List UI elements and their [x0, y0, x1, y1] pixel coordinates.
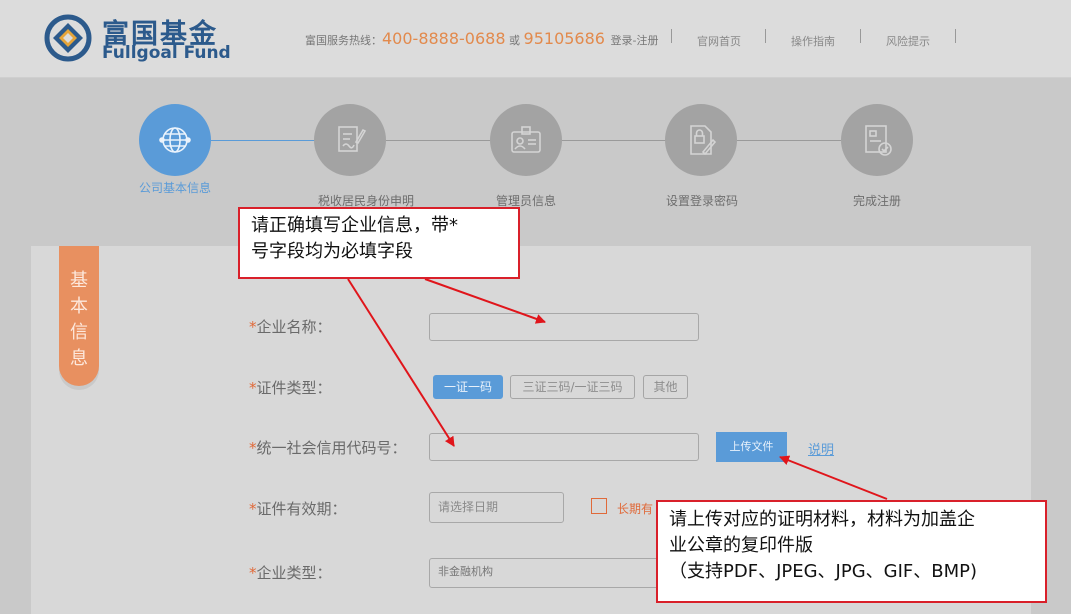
annotation-upload-materials: 请上传对应的证明材料，材料为加盖企 业公章的复印件版 （支持PDF、JPEG、J…	[656, 500, 1047, 603]
step-set-password[interactable]	[665, 104, 737, 176]
upload-file-button[interactable]: 上传文件	[716, 432, 787, 462]
link-operation-guide[interactable]: 操作指南	[791, 33, 835, 49]
section-tab-basic-info: 基 本 信 息	[59, 246, 99, 386]
company-name-label-text: 企业名称：	[256, 318, 332, 336]
annotation-line: 请上传对应的证明材料，材料为加盖企	[669, 509, 975, 530]
section-tab-char: 信	[70, 322, 88, 343]
company-type-label: *企业类型：	[249, 562, 332, 583]
cert-validity-label: *证件有效期：	[249, 498, 347, 519]
step-admin-info[interactable]	[490, 104, 562, 176]
header-divider	[671, 29, 672, 43]
required-star: *	[249, 379, 257, 397]
link-official-home[interactable]: 官网首页	[697, 33, 741, 49]
cert-type-label: *证件类型：	[249, 377, 332, 398]
required-star: *	[249, 318, 257, 336]
link-risk-warning[interactable]: 风险提示	[886, 33, 930, 49]
lock-document-icon	[690, 125, 717, 156]
long-term-checkbox[interactable]	[591, 498, 607, 514]
globe-icon	[159, 127, 191, 153]
annotation-line: （支持PDF、JPEG、JPG、GIF、BMP)	[669, 561, 978, 582]
company-type-label-text: 企业类型：	[256, 564, 332, 582]
cert-type-option-one-code[interactable]: 一证一码	[433, 375, 503, 399]
cert-validity-label-text: 证件有效期：	[256, 500, 347, 518]
annotation-required-fields: 请正确填写企业信息，带* 号字段均为必填字段	[238, 207, 520, 279]
credit-code-input[interactable]	[429, 433, 699, 461]
required-star: *	[249, 500, 257, 518]
check-document-icon	[865, 125, 892, 156]
hotline-number: 400-8888-0688	[382, 29, 506, 48]
step-label-company-info: 公司基本信息	[139, 181, 212, 195]
fullgoal-logo[interactable]: 富国基金 Fullgoal Fund	[44, 12, 244, 68]
annotation-line: 业公章的复印件版	[669, 535, 813, 556]
cert-type-option-other[interactable]: 其他	[643, 375, 688, 399]
id-card-icon	[511, 126, 541, 153]
credit-code-label: *统一社会信用代码号：	[249, 437, 407, 458]
login-register-link[interactable]: 登录-注册	[610, 34, 658, 47]
section-tab-char: 本	[70, 296, 88, 317]
fullgoal-logo-icon	[44, 14, 92, 62]
signature-document-icon	[338, 126, 367, 152]
required-star: *	[249, 564, 257, 582]
step-connector	[211, 140, 315, 141]
company-type-select[interactable]: 非金融机构	[429, 558, 669, 588]
step-company-info[interactable]	[139, 104, 211, 176]
header-divider	[955, 29, 956, 43]
hotline-or: 或	[509, 34, 521, 47]
cert-type-option-three-codes[interactable]: 三证三码/一证三码	[510, 375, 635, 399]
site-header: 富国基金 Fullgoal Fund 富国服务热线：400-8888-0688 …	[0, 0, 1071, 78]
cert-type-label-text: 证件类型：	[256, 379, 332, 397]
annotation-line: 请正确填写企业信息，带*	[251, 215, 458, 236]
long-term-label: 长期有	[617, 502, 654, 516]
step-connector	[737, 140, 841, 141]
hotline-number-2: 95105686	[523, 29, 605, 48]
annotation-line: 号字段均为必填字段	[251, 241, 413, 262]
logo-english-name: Fullgoal Fund	[102, 43, 231, 63]
credit-code-label-text: 统一社会信用代码号：	[256, 439, 407, 457]
step-tax-declaration[interactable]	[314, 104, 386, 176]
hotline-prefix: 富国服务热线：	[305, 34, 382, 47]
step-connector	[562, 140, 666, 141]
section-tab-char: 息	[70, 348, 88, 369]
step-label-complete: 完成注册	[853, 194, 902, 208]
service-hotline: 富国服务热线：400-8888-0688 或 95105686 登录-注册	[305, 29, 658, 48]
required-star: *	[249, 439, 257, 457]
header-divider	[765, 29, 766, 43]
section-tab-char: 基	[70, 270, 88, 291]
header-divider	[860, 29, 861, 43]
step-connector	[386, 140, 490, 141]
company-name-label: *企业名称：	[249, 316, 332, 337]
explain-link[interactable]: 说明	[808, 439, 834, 458]
step-label-set-password: 设置登录密码	[666, 194, 739, 208]
step-complete[interactable]	[841, 104, 913, 176]
company-name-input[interactable]	[429, 313, 699, 341]
cert-validity-date-input[interactable]: 请选择日期	[429, 492, 564, 523]
registration-page: 富国基金 Fullgoal Fund 富国服务热线：400-8888-0688 …	[0, 0, 1071, 614]
